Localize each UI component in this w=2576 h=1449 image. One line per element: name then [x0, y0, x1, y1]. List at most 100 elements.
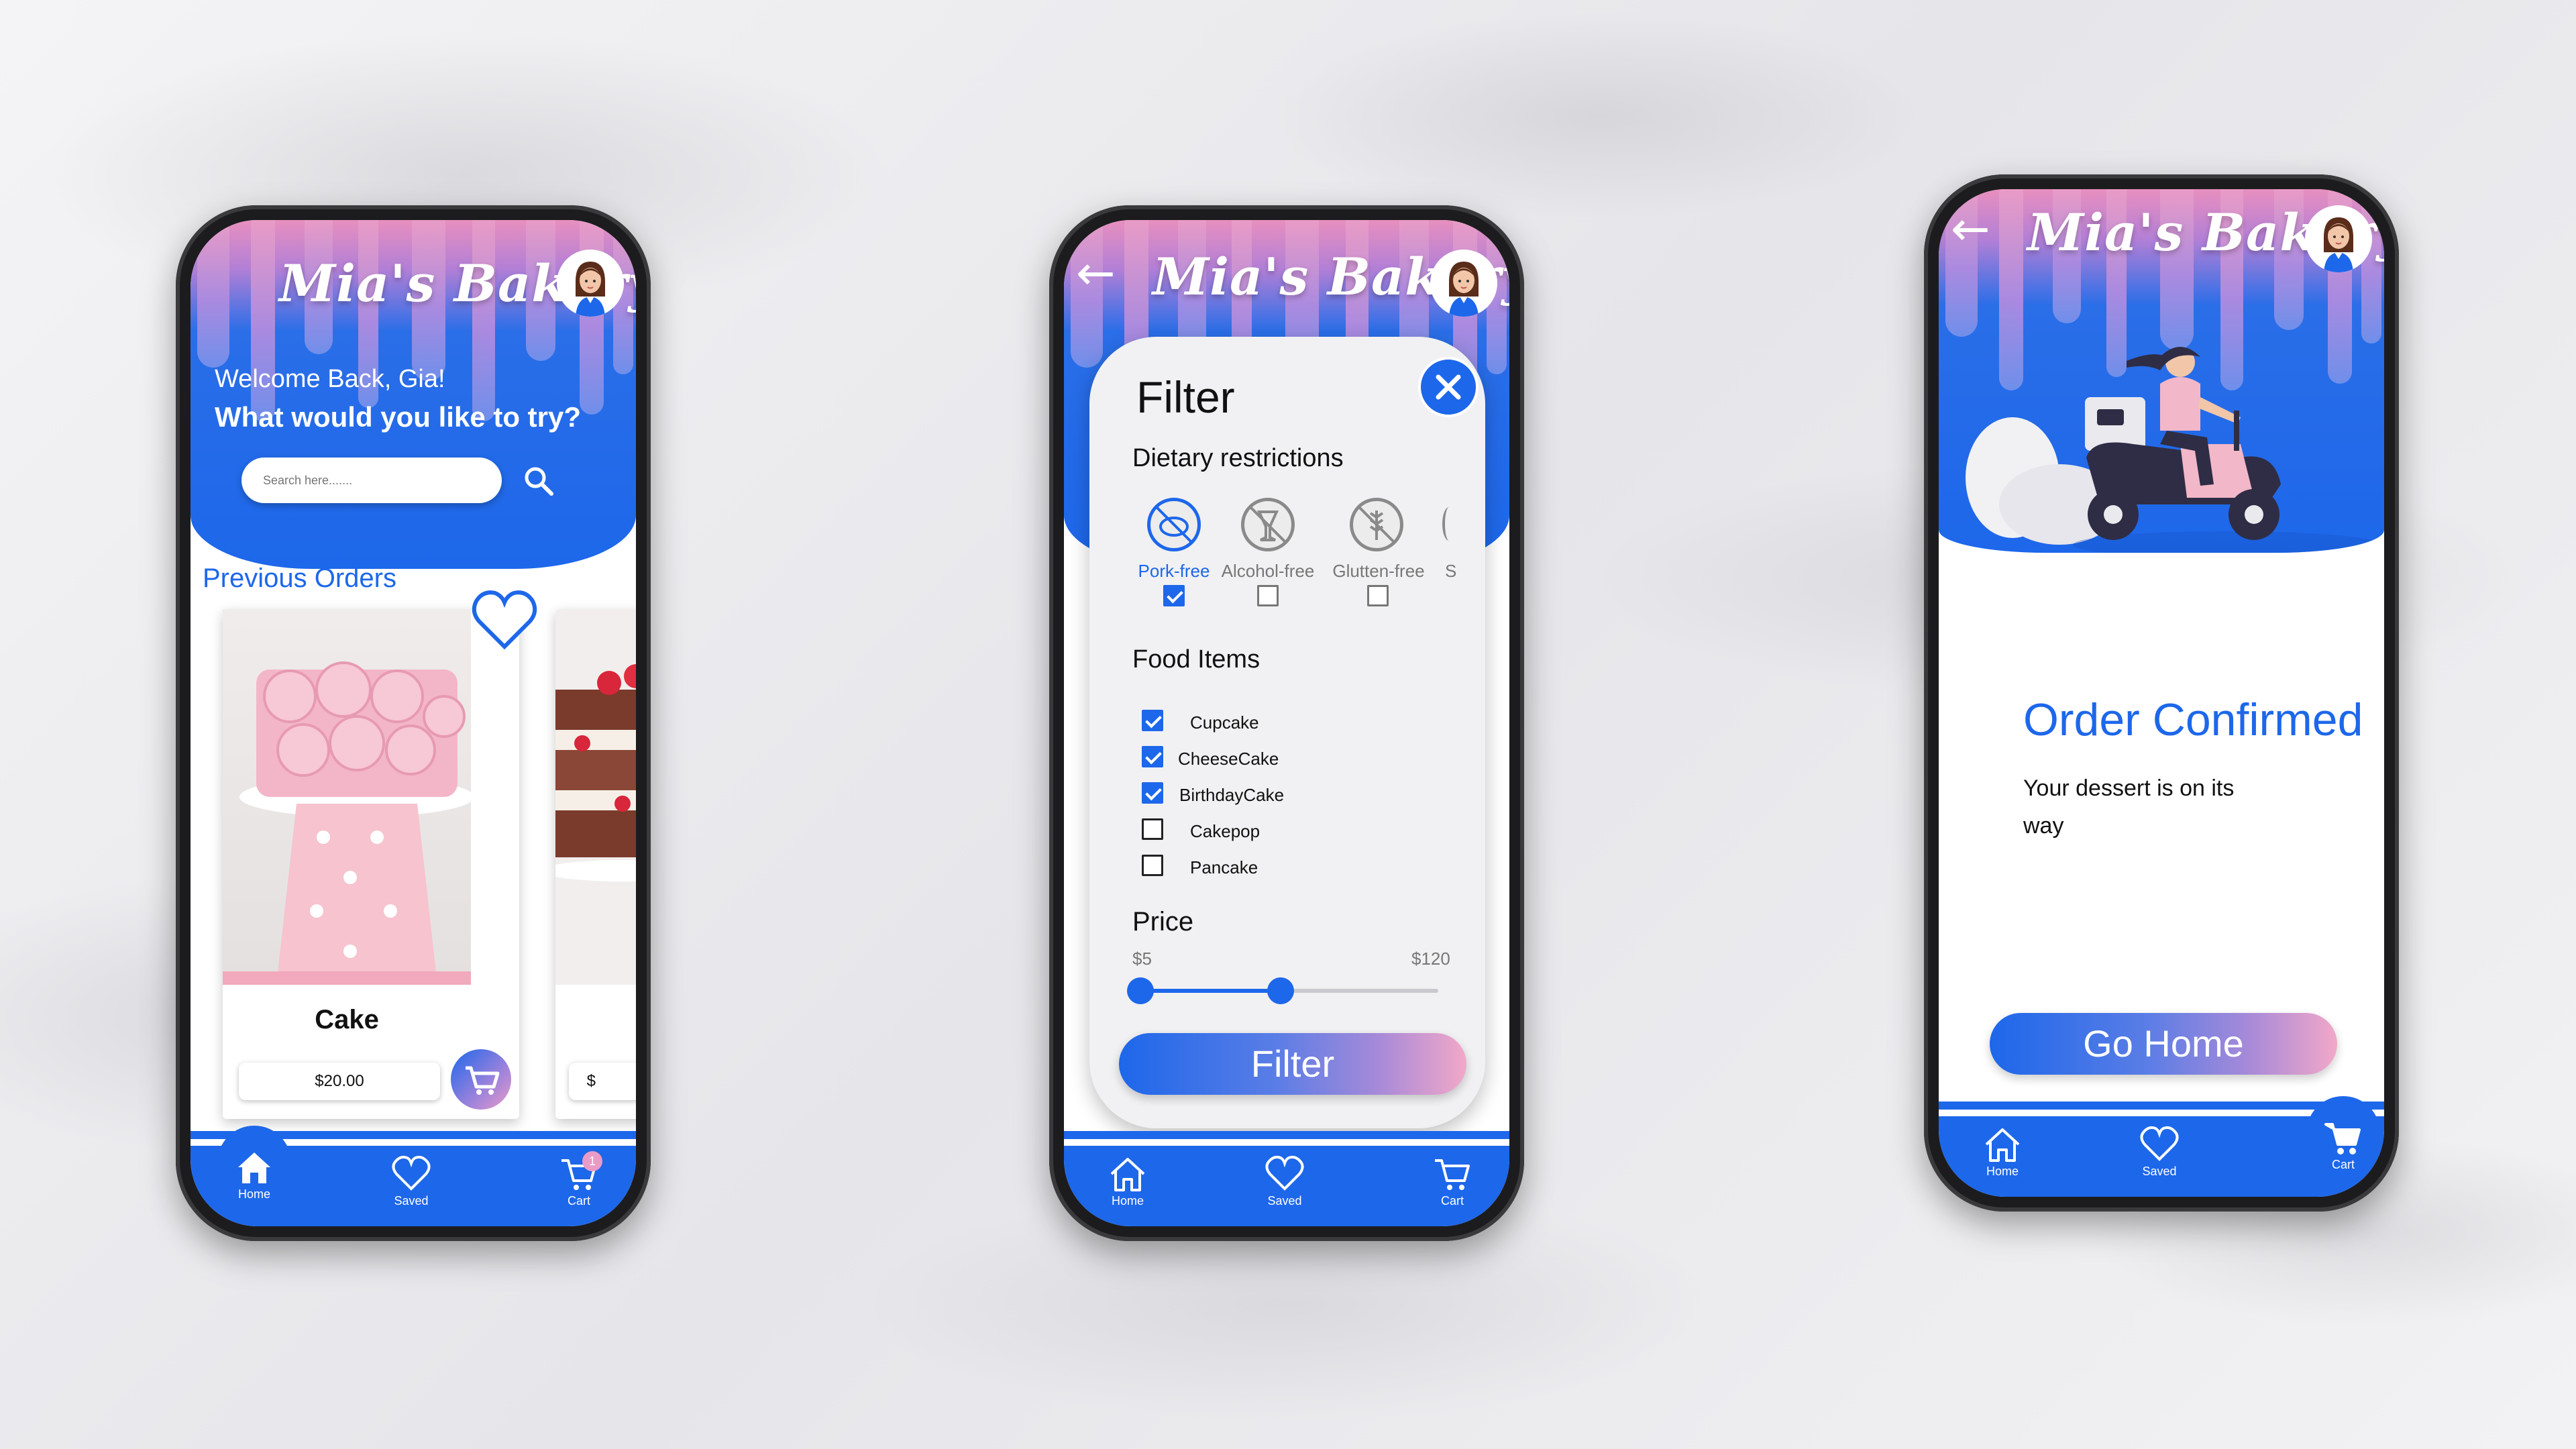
- nav-saved[interactable]: Saved: [2123, 1126, 2196, 1179]
- add-to-cart-button[interactable]: [451, 1049, 511, 1110]
- close-button[interactable]: [1418, 357, 1479, 417]
- home-icon: [1985, 1128, 2020, 1162]
- nav-cart-label: Cart: [1440, 1194, 1464, 1208]
- search-icon[interactable]: [522, 464, 555, 501]
- food-label: CheeseCake: [1178, 749, 1279, 769]
- cart-icon: [2324, 1123, 2361, 1155]
- welcome-text: Welcome Back, Gia!: [215, 365, 445, 393]
- confirmation-message-line1: Your dessert is on its: [2023, 775, 2235, 801]
- phone-confirmation: ← Mia's Bakery Order Confirmed Your dess…: [1924, 174, 2399, 1212]
- avatar[interactable]: [2305, 205, 2372, 272]
- cart-badge: 1: [582, 1151, 602, 1171]
- home-icon: [238, 1152, 270, 1183]
- food-label: Pancake: [1190, 857, 1258, 877]
- delivery-illustration: [1959, 343, 2384, 553]
- nav-saved-label: Saved: [394, 1194, 429, 1208]
- nav-cart[interactable]: Cart: [1415, 1155, 1489, 1208]
- nav-saved[interactable]: Saved: [374, 1155, 448, 1208]
- back-arrow-icon[interactable]: ←: [1951, 205, 1990, 252]
- nav-cart[interactable]: Cart 1: [542, 1151, 616, 1208]
- heart-icon: [392, 1155, 431, 1191]
- back-arrow-icon[interactable]: ←: [1076, 250, 1116, 297]
- food-title: Food Items: [1132, 645, 1260, 674]
- phone-home: Mia's Bakery Welcome Back, Gia! What wou…: [176, 205, 651, 1241]
- bottom-nav: Home Saved Cart: [1939, 1096, 2384, 1197]
- price-2: $: [586, 1072, 596, 1090]
- filter-screen: ← Mia's Bakery Filter Dietary restrictio…: [1064, 220, 1509, 1226]
- search-input[interactable]: [241, 458, 502, 503]
- home-screen: Mia's Bakery Welcome Back, Gia! What wou…: [191, 220, 636, 1226]
- nav-cart-label: Cart: [2331, 1158, 2355, 1171]
- favorite-button[interactable]: [471, 588, 538, 655]
- order-card[interactable]: Cake $20.00: [223, 609, 519, 1119]
- food-checkbox-birthdaycake[interactable]: [1142, 782, 1163, 804]
- pork-free-icon[interactable]: [1147, 498, 1201, 551]
- diet-label-alcohol: Alcohol-free: [1221, 561, 1315, 581]
- phone-filter: ← Mia's Bakery Filter Dietary restrictio…: [1049, 205, 1524, 1241]
- product-name: Cake: [315, 1005, 379, 1034]
- confirmation-screen: ← Mia's Bakery Order Confirmed Your dess…: [1939, 189, 2384, 1197]
- home-icon: [1110, 1158, 1145, 1191]
- nav-cart[interactable]: Cart: [2306, 1119, 2380, 1172]
- food-checkbox-cupcake[interactable]: [1142, 710, 1163, 731]
- gluten-free-icon[interactable]: [1350, 498, 1403, 551]
- cart-icon: [1435, 1159, 1470, 1190]
- diet-label-gluten: Glutten-free: [1332, 561, 1425, 581]
- price-box-2: $: [569, 1063, 636, 1100]
- order-confirmed-title: Order Confirmed: [2023, 694, 2363, 745]
- nav-home[interactable]: Home: [217, 1148, 291, 1201]
- food-label: Cakepop: [1190, 821, 1260, 841]
- go-home-button[interactable]: Go Home: [1990, 1013, 2337, 1075]
- food-label: BirthdayCake: [1179, 785, 1285, 805]
- price-min: $5: [1132, 949, 1152, 969]
- filter-modal: Filter Dietary restrictions Pork-free Al…: [1089, 337, 1485, 1128]
- order-card-2[interactable]: $: [555, 609, 636, 1119]
- filter-title: Filter: [1136, 372, 1235, 422]
- dietary-title: Dietary restrictions: [1132, 444, 1344, 472]
- diet-checkbox-gluten[interactable]: [1367, 585, 1389, 606]
- cake-image-2: [555, 609, 636, 985]
- nav-home-label: Home: [1111, 1194, 1144, 1208]
- bottom-nav: Home Saved Cart: [1064, 1131, 1509, 1226]
- cart-icon: [466, 1066, 500, 1095]
- price-title: Price: [1132, 907, 1194, 936]
- partial-icon: [1442, 507, 1456, 541]
- diet-label-partial: S: [1445, 561, 1457, 581]
- nav-home[interactable]: Home: [1966, 1126, 2039, 1179]
- diet-checkbox-alcohol[interactable]: [1257, 585, 1279, 606]
- food-checkbox-pancake[interactable]: [1142, 855, 1163, 876]
- nav-cart-label: Cart: [567, 1194, 590, 1208]
- nav-home-label: Home: [1986, 1165, 2019, 1178]
- confirmation-message-line2: way: [2023, 813, 2064, 839]
- avatar[interactable]: [557, 250, 624, 317]
- user-avatar-icon: [557, 250, 624, 317]
- close-icon: [1436, 374, 1461, 400]
- food-checkbox-cakepop[interactable]: [1142, 818, 1163, 840]
- nav-saved[interactable]: Saved: [1248, 1155, 1322, 1208]
- nav-saved-label: Saved: [1267, 1194, 1302, 1208]
- alcohol-free-icon[interactable]: [1241, 498, 1295, 551]
- price-slider-handle-max[interactable]: [1267, 977, 1294, 1004]
- filter-button[interactable]: Filter: [1119, 1033, 1466, 1095]
- diet-checkbox-pork[interactable]: [1163, 585, 1185, 606]
- price-slider[interactable]: [1127, 977, 1438, 1004]
- diet-label-pork: Pork-free: [1138, 561, 1210, 581]
- nav-saved-label: Saved: [2142, 1165, 2177, 1178]
- heart-icon: [1265, 1155, 1304, 1191]
- avatar[interactable]: [1430, 250, 1497, 317]
- section-title: Previous Orders: [203, 564, 396, 593]
- price-slider-handle-min[interactable]: [1127, 977, 1154, 1004]
- price-slider-fill: [1140, 989, 1281, 993]
- price-max: $120: [1411, 949, 1450, 969]
- food-checkbox-cheesecake[interactable]: [1142, 746, 1163, 767]
- nav-home[interactable]: Home: [1091, 1155, 1165, 1208]
- heart-icon: [2140, 1126, 2179, 1161]
- heart-icon: [472, 590, 537, 650]
- food-label: Cupcake: [1190, 712, 1259, 733]
- nav-home-label: Home: [237, 1187, 270, 1201]
- price-box: $20.00: [239, 1063, 440, 1100]
- prompt-text: What would you like to try?: [215, 401, 581, 433]
- bottom-nav: Home Saved Cart 1: [191, 1126, 636, 1226]
- price: $20.00: [315, 1072, 364, 1090]
- cake-image: [223, 609, 471, 985]
